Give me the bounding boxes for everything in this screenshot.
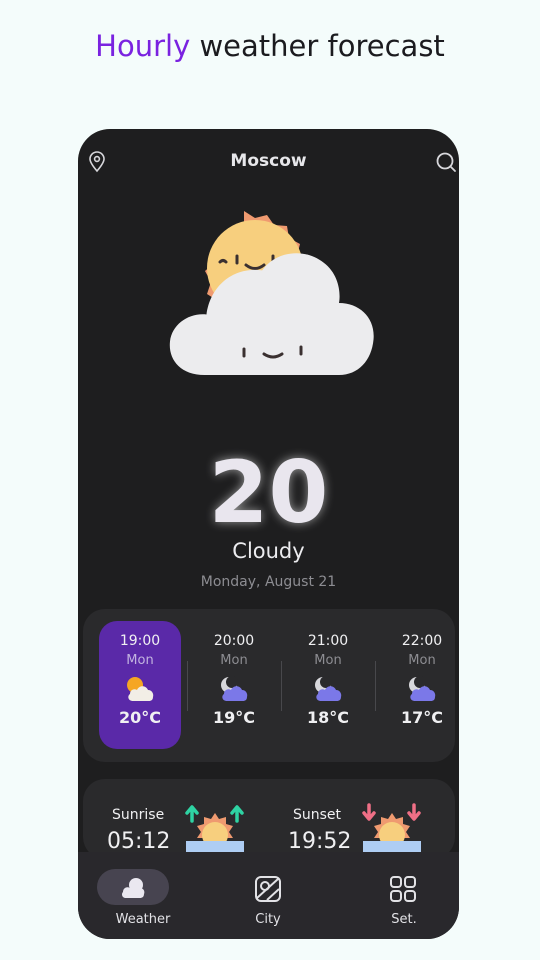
headline-accent: Hourly bbox=[95, 29, 191, 63]
current-date: Monday, August 21 bbox=[200, 574, 337, 590]
hour-day: Mon bbox=[314, 653, 342, 668]
weather-condition: Cloudy bbox=[232, 539, 305, 563]
search-icon[interactable] bbox=[435, 151, 457, 173]
hour-divider bbox=[187, 661, 188, 711]
sunrise-time: 05:12 bbox=[107, 829, 171, 854]
sunset-icon bbox=[362, 803, 421, 855]
grid-icon bbox=[390, 876, 416, 902]
cloudy-moon-icon bbox=[221, 676, 248, 701]
current-temperature: 20 bbox=[208, 443, 329, 543]
nav-label: Weather bbox=[115, 912, 171, 927]
hour-divider bbox=[281, 661, 282, 711]
hour-divider bbox=[375, 661, 376, 711]
hour-time: 22:00 bbox=[401, 633, 443, 649]
hour-temp: 19°C bbox=[212, 708, 255, 727]
hour-temp: 20°C bbox=[118, 708, 161, 727]
hour-temp: 17°C bbox=[400, 708, 443, 727]
phone-screen: Moscow 20 Cloudy Monday, August 21 19:00… bbox=[78, 129, 459, 939]
hourly-item-2200[interactable]: 22:00 Mon 17°C bbox=[381, 621, 455, 749]
hour-day: Mon bbox=[408, 653, 436, 668]
weather-icon bbox=[122, 878, 145, 898]
sun-cloud-illustration bbox=[169, 211, 374, 375]
headline-rest: weather forecast bbox=[190, 29, 445, 63]
hour-time: 21:00 bbox=[307, 633, 349, 649]
hour-day: Mon bbox=[126, 653, 154, 668]
cloudy-moon-icon bbox=[315, 676, 342, 701]
nav-weather[interactable]: Weather bbox=[88, 852, 198, 939]
hour-time: 20:00 bbox=[213, 633, 255, 649]
sunrise-label: Sunrise bbox=[112, 807, 165, 823]
sunset-time: 19:52 bbox=[288, 829, 352, 854]
hourly-item-2000[interactable]: 20:00 Mon 19°C bbox=[193, 621, 275, 749]
nav-label: Set. bbox=[391, 912, 417, 927]
sun-times-card: Sunrise 05:12 Sunset 19:52 bbox=[83, 779, 455, 859]
sunrise-icon bbox=[185, 805, 244, 855]
hourly-item-1900[interactable]: 19:00 Mon 20°C bbox=[99, 621, 181, 749]
hour-temp: 18°C bbox=[306, 708, 349, 727]
cloudy-moon-icon bbox=[409, 676, 436, 701]
bottom-navigation: Weather City Set. bbox=[78, 852, 459, 939]
sunset-label: Sunset bbox=[293, 807, 342, 823]
nav-label: City bbox=[255, 912, 281, 927]
hour-day: Mon bbox=[220, 653, 248, 668]
partly-cloudy-sun-icon bbox=[127, 677, 154, 701]
nav-settings[interactable]: Set. bbox=[349, 852, 459, 939]
page-headline: Hourly weather forecast bbox=[0, 28, 540, 64]
hourly-forecast-card: 19:00 Mon 20°C 20:00 Mon 19°C 21:00 Mon bbox=[83, 609, 455, 762]
hourly-item-2100[interactable]: 21:00 Mon 18°C bbox=[287, 621, 369, 749]
map-icon bbox=[255, 876, 281, 902]
city-title: Moscow bbox=[230, 151, 307, 171]
hour-time: 19:00 bbox=[119, 633, 161, 649]
top-bar: Moscow bbox=[78, 129, 459, 193]
nav-city[interactable]: City bbox=[213, 852, 323, 939]
